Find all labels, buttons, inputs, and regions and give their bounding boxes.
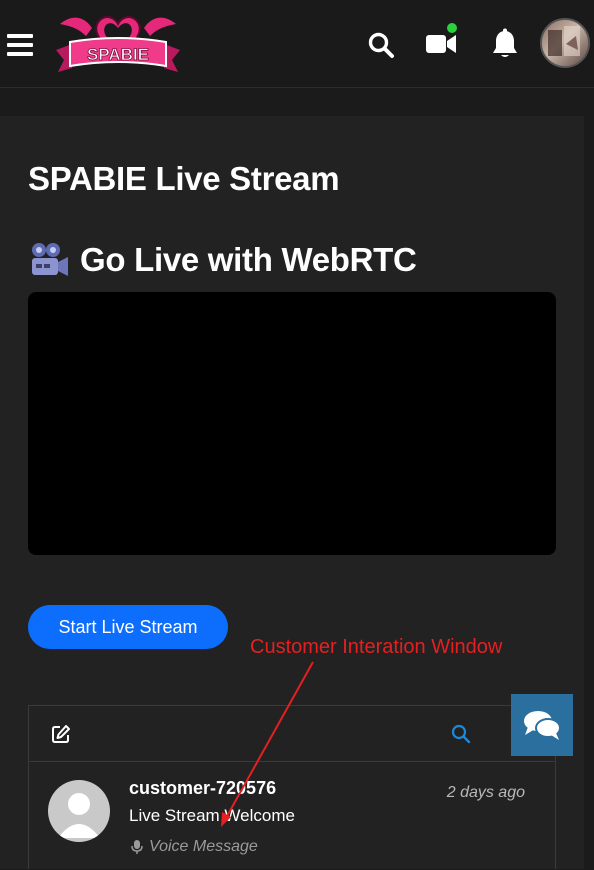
movie-camera-icon — [32, 243, 68, 276]
conversation-item[interactable]: customer-720576 2 days ago Live Stream W… — [29, 762, 555, 870]
contact-name: customer-720576 — [129, 778, 277, 798]
online-status-dot — [447, 23, 457, 33]
video-preview — [28, 292, 556, 555]
chat-search-icon[interactable] — [451, 724, 471, 744]
top-navbar: SPABIE — [0, 0, 594, 88]
start-live-stream-button[interactable]: Start Live Stream — [28, 605, 228, 649]
open-chat-button[interactable] — [511, 694, 573, 756]
microphone-icon — [131, 840, 143, 854]
annotation-label: Customer Interation Window — [250, 636, 503, 658]
menu-icon[interactable] — [7, 34, 33, 56]
video-camera-icon[interactable] — [425, 33, 457, 55]
customer-interaction-window: customer-720576 2 days ago Live Stream W… — [28, 705, 556, 869]
bell-icon[interactable] — [491, 28, 519, 60]
edit-icon[interactable] — [51, 724, 71, 744]
voice-message-preview: Voice Message — [131, 838, 258, 856]
message-text: Live Stream Welcome — [129, 806, 295, 825]
chat-header — [29, 706, 555, 762]
message-time: 2 days ago — [446, 784, 525, 801]
spabie-logo[interactable]: SPABIE — [50, 6, 186, 78]
chat-bubbles-icon — [524, 711, 561, 740]
voice-message-label: Voice Message — [149, 838, 258, 855]
logo-text: SPABIE — [87, 45, 149, 64]
contact-avatar — [48, 780, 110, 842]
page-title: SPABIE Live Stream — [28, 160, 340, 197]
default-user-icon — [48, 780, 110, 842]
section-title: Go Live with WebRTC — [80, 241, 417, 278]
search-icon[interactable] — [367, 31, 395, 59]
user-avatar[interactable] — [540, 18, 590, 68]
section-heading: Go Live with WebRTC — [28, 238, 417, 282]
